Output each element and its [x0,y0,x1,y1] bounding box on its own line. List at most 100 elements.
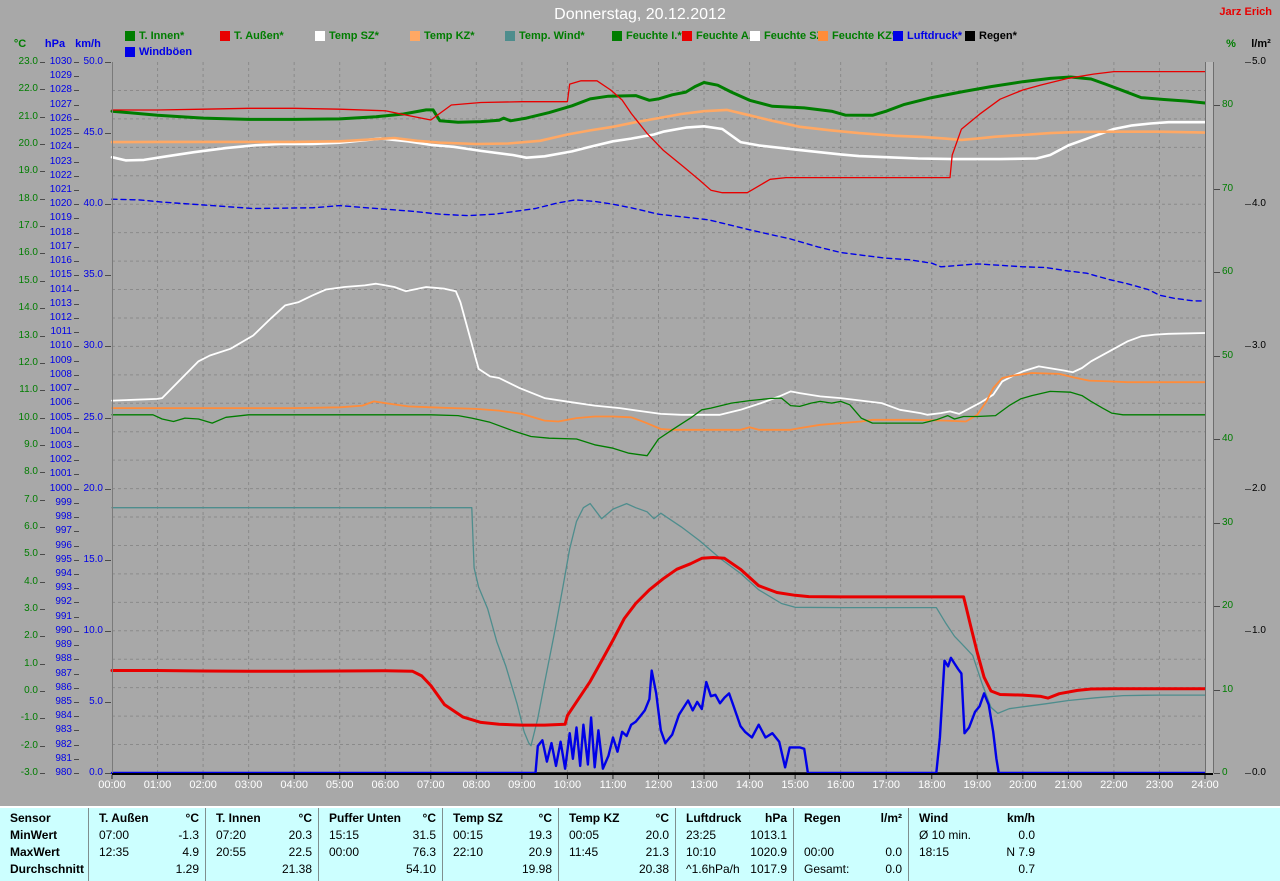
cell-value: 19.98 [521,862,552,876]
cell-time: 11:45 [569,845,599,859]
cell-value: 1.29 [175,862,199,876]
cell-value: 20.38 [638,862,669,876]
cell-value: 76.3 [412,845,436,859]
x-axis-label: 21:00 [1054,779,1083,791]
table-column-header: T. Innen °C [206,810,318,827]
cell-value: 22.5 [288,845,312,859]
x-axis-label: 19:00 [963,779,992,791]
x-axis-label: 05:00 [325,779,354,791]
cell-value: 21.38 [281,862,312,876]
sensor-unit: °C [185,811,199,825]
table-cell-row: ^1.6hPa/h 1017.9 [676,861,793,878]
table-cell-row: 07:20 20.3 [206,827,318,844]
cell-time: 18:15 [919,845,950,859]
cell-value: N 7.9 [1006,845,1035,859]
cell-value: 54.10 [405,862,436,876]
table-cell-row [794,827,908,844]
cell-time: ^1.6hPa/h [686,862,740,876]
cell-value: 20.3 [288,828,312,842]
x-axis-label: 20:00 [1009,779,1037,791]
stats-table: Sensor MinWert MaxWert Durchschnitt T. Außen… [0,806,1280,881]
cell-time: 00:15 [453,828,484,842]
x-axis-label: 00:00 [98,779,126,791]
table-cell-row: 22:10 20.9 [443,844,558,861]
sensor-unit: °C [655,811,669,825]
cell-value: 20.0 [645,828,669,842]
cell-value: 4.9 [182,845,199,859]
chart-plot [110,62,1213,779]
cell-value: 0.0 [885,862,902,876]
cell-time: 15:15 [329,828,360,842]
sensor-name: Temp KZ [569,811,620,825]
table-cell-row: 54.10 [319,861,442,878]
sensor-unit: °C [422,811,436,825]
x-axis-label: 01:00 [143,779,172,791]
table-cell-row: 19.98 [443,861,558,878]
cell-value: 19.3 [528,828,552,842]
sensor-name: Luftdruck [686,811,742,825]
table-cell-row: 23:25 1013.1 [676,827,793,844]
x-axis-label: 10:00 [553,779,582,791]
table-cell-row: 00:15 19.3 [443,827,558,844]
x-axis-label: 08:00 [462,779,491,791]
cell-time: 00:05 [569,828,600,842]
x-axis-label: 18:00 [918,779,946,791]
table-cell-row: 10:10 1020.9 [676,844,793,861]
x-axis-label: 02:00 [189,779,217,791]
table-column-header: T. Außen °C [89,810,205,827]
table-row-label: Durchschnitt [10,862,85,876]
x-axis-label: 04:00 [280,779,308,791]
table-cell-row: 00:00 76.3 [319,844,442,861]
x-axis-label: 14:00 [735,779,764,791]
table-row-label: MaxWert [10,845,60,859]
x-axis-label: 06:00 [371,779,400,791]
x-axis-label: 13:00 [690,779,718,791]
table-column-header: Puffer Unten °C [319,810,442,827]
sensor-name: T. Innen [216,811,261,825]
cell-time: 20:55 [216,845,247,859]
table-column-puffer-unten: Puffer Unten °C 15:15 31.5 00:00 76.3 54.10 [318,808,442,881]
cell-time: 22:10 [453,845,484,859]
app-window: Donnerstag, 20.12.2012 Jarz Erich T. Inn… [0,0,1280,881]
cell-time: 23:25 [686,828,717,842]
sensor-unit: °C [538,811,552,825]
sensor-unit: °C [298,811,312,825]
table-cell-row: 07:00 -1.3 [89,827,205,844]
table-row-label-column: Sensor MinWert MaxWert Durchschnitt [0,808,88,881]
table-cell-row: 20:55 22.5 [206,844,318,861]
x-axis-label: 09:00 [508,779,536,791]
cell-time: Ø 10 min. [919,828,972,842]
table-column-header: Temp KZ °C [559,810,675,827]
x-axis-label: 17:00 [872,779,900,791]
table-cell-row: 15:15 31.5 [319,827,442,844]
table-column-header: Temp SZ °C [443,810,558,827]
table-cell-row: 00:05 20.0 [559,827,675,844]
x-axis-label: 12:00 [644,779,673,791]
sensor-unit: km/h [1006,811,1035,825]
table-column-regen: Regen l/m² 00:00 0.0 Gesamt: 0.0 [793,808,908,881]
table-cell-row: 20.38 [559,861,675,878]
gridlines [112,62,1205,773]
table-cell-row: 0.7 [909,861,1041,878]
x-axis-label: 24:00 [1191,779,1219,791]
cell-value: -1.3 [178,828,199,842]
table-cell-row: 21.38 [206,861,318,878]
table-column-header: Luftdruck hPa [676,810,793,827]
sensor-unit: hPa [764,811,787,825]
table-cell-row: 11:45 21.3 [559,844,675,861]
x-axis-label: 16:00 [826,779,855,791]
cell-value: 20.9 [528,845,552,859]
table-row-label: Sensor [10,811,51,825]
cell-time: 07:00 [99,828,130,842]
table-cell-row: 12:35 4.9 [89,844,205,861]
table-column-header: Regen l/m² [794,810,908,827]
x-axis-label: 11:00 [599,779,627,791]
cell-time: 00:00 [804,845,835,859]
table-column-header: Wind km/h [909,810,1041,827]
x-axis-label: 23:00 [1145,779,1174,791]
cell-value: 1020.9 [750,845,787,859]
plot-left-border [112,62,113,773]
series-temp-kz [110,108,1207,146]
sensor-unit: l/m² [880,811,902,825]
x-axis-label: 03:00 [234,779,263,791]
